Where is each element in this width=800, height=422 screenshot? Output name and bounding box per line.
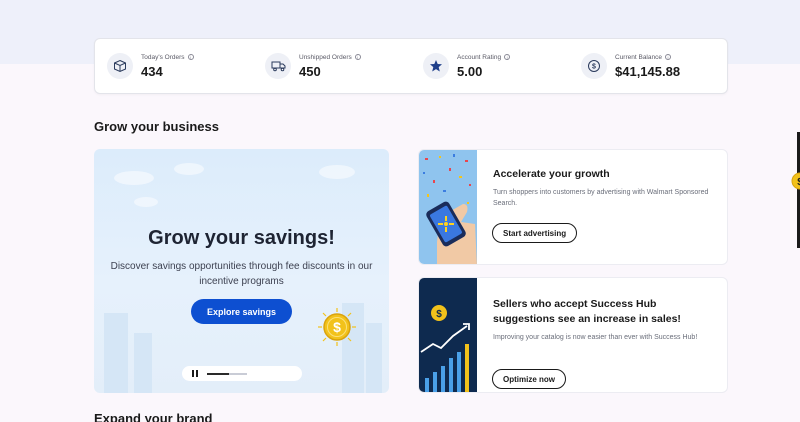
card-description: Improving your catalog is now easier tha…: [493, 334, 698, 341]
promo-card-advertising: Accelerate your growth Turn shoppers int…: [418, 149, 728, 265]
hero-description: Discover savings opportunities through f…: [110, 261, 373, 287]
cloud-decoration: [114, 171, 154, 185]
info-icon[interactable]: i: [504, 54, 511, 60]
stat-value: 5.00: [457, 63, 483, 79]
svg-text:$: $: [592, 64, 596, 71]
stat-todays-orders[interactable]: Today's Orders i 434: [95, 53, 253, 79]
info-icon[interactable]: i: [187, 54, 194, 60]
promo-card-success-hub: $ Sellers who accept Success Hub suggest…: [418, 277, 728, 393]
svg-text:$: $: [436, 309, 442, 320]
section-title-grow: Grow your business: [94, 119, 219, 134]
stat-value: 450: [299, 63, 321, 79]
hero-banner: Grow your savings! Discover savings oppo…: [94, 149, 389, 393]
box-icon: [107, 53, 133, 79]
carousel-progress: [207, 372, 247, 375]
stat-label: Unshipped Orders: [299, 53, 352, 61]
building-decoration: [366, 323, 382, 393]
stat-value: 434: [141, 63, 163, 79]
sales-chart-illustration: $: [419, 278, 477, 392]
stat-value: $41,145.88: [615, 63, 681, 79]
pause-icon[interactable]: [192, 370, 198, 377]
stat-account-rating[interactable]: Account Rating i 5.00: [411, 53, 569, 79]
cloud-decoration: [319, 165, 355, 179]
coin-icon[interactable]: $: [789, 170, 800, 192]
carousel-progress-fill: [207, 372, 229, 375]
stat-current-balance[interactable]: $ Current Balance i $41,145.88: [569, 53, 727, 79]
info-icon[interactable]: i: [354, 54, 361, 60]
stat-unshipped-orders[interactable]: Unshipped Orders i 450: [253, 53, 411, 79]
truck-icon: [265, 53, 291, 79]
explore-savings-button[interactable]: Explore savings: [191, 299, 292, 324]
info-icon[interactable]: i: [664, 54, 671, 60]
svg-text:$: $: [333, 319, 341, 335]
stat-label: Today's Orders: [141, 53, 185, 61]
card-description: Turn shoppers into customers by advertis…: [493, 189, 709, 207]
optimize-now-button[interactable]: Optimize now: [492, 369, 566, 389]
dollar-icon: $: [581, 53, 607, 79]
cloud-decoration: [134, 197, 158, 207]
building-decoration: [104, 313, 128, 393]
start-advertising-button[interactable]: Start advertising: [492, 223, 578, 243]
stat-label: Account Rating: [457, 53, 502, 61]
star-icon: [423, 53, 449, 79]
building-decoration: [134, 333, 152, 393]
section-title-brand: Expand your brand: [94, 411, 213, 422]
carousel-controls: [182, 366, 302, 381]
hero-title: Grow your savings!: [148, 227, 335, 249]
stat-label: Current Balance: [615, 53, 662, 61]
cloud-decoration: [174, 163, 204, 175]
coin-icon: $: [318, 308, 356, 346]
card-title: Sellers who accept Success Hub suggestio…: [493, 298, 681, 325]
stats-panel: Today's Orders i 434 Unshipped Orders i 45…: [94, 38, 728, 94]
card-title: Accelerate your growth: [493, 168, 610, 180]
phone-ad-illustration: [419, 150, 477, 264]
